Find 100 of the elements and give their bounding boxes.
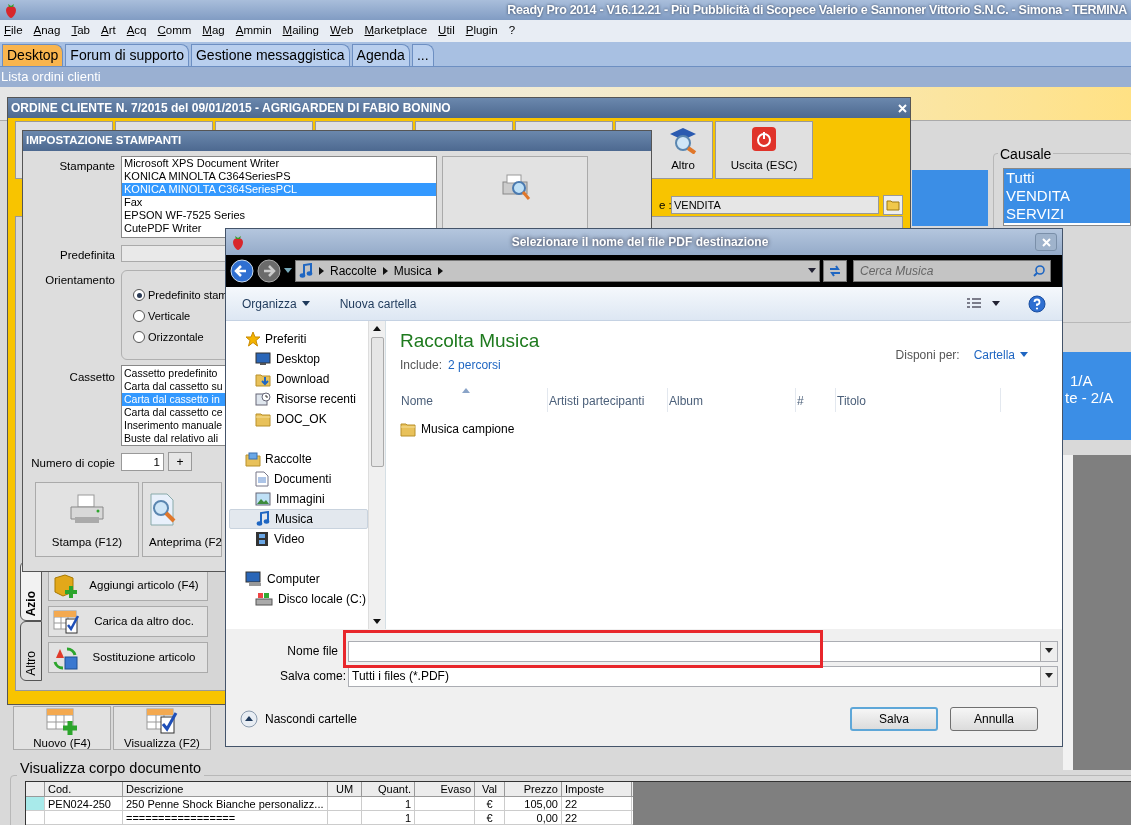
caret-icon xyxy=(1045,648,1053,654)
column-header[interactable]: Quant. xyxy=(362,782,415,796)
strawberry-icon xyxy=(231,234,245,250)
nav-item[interactable]: DOC_OK xyxy=(229,409,368,429)
column-header[interactable]: UM xyxy=(328,782,362,796)
nav-item[interactable]: Preferiti xyxy=(229,329,368,349)
disk-drive-icon xyxy=(255,591,273,608)
table-cell: 22 xyxy=(565,812,578,824)
menu-item[interactable]: ? xyxy=(508,22,516,40)
menu-item[interactable]: Marketplace xyxy=(364,22,428,40)
nav-item[interactable]: Documenti xyxy=(229,469,368,489)
folder-item[interactable]: Musica campione xyxy=(400,417,1048,440)
table-cell: PEN024-250 xyxy=(48,798,111,810)
list-item[interactable]: Microsoft XPS Document Writer xyxy=(122,157,436,170)
close-button[interactable] xyxy=(1035,233,1057,251)
column-header[interactable]: Evaso xyxy=(415,782,475,796)
column-header[interactable]: Val xyxy=(475,782,505,796)
column-header[interactable]: Descrizione xyxy=(123,782,328,796)
scrollbar[interactable] xyxy=(368,321,385,629)
column-header[interactable]: # xyxy=(796,387,836,412)
nav-item[interactable]: Desktop xyxy=(229,349,368,369)
refresh-button[interactable] xyxy=(823,260,847,282)
toolbar-button[interactable]: Organizza xyxy=(242,294,310,313)
toolbar-button[interactable]: Uscita (ESC) xyxy=(715,121,813,179)
menu-item[interactable]: Util xyxy=(438,22,455,40)
menu-item[interactable]: Mailing xyxy=(282,22,319,40)
side-tab[interactable]: Altro xyxy=(20,621,42,681)
column-header[interactable]: Titolo xyxy=(836,387,1001,412)
toolbar-button[interactable]: Nuova cartella xyxy=(339,294,417,313)
menu-item[interactable]: Web xyxy=(330,22,354,40)
menu-item[interactable]: Anag xyxy=(33,22,61,40)
include-link[interactable]: 2 percorsi xyxy=(448,355,501,374)
radio-button[interactable] xyxy=(133,289,145,301)
action-button[interactable]: Aggiungi articolo (F4) xyxy=(48,570,208,601)
menu-item[interactable]: Mag xyxy=(202,22,225,40)
close-icon xyxy=(898,103,907,113)
forward-icon xyxy=(257,259,281,283)
dialog-button[interactable]: Stampa (F12) xyxy=(35,482,139,557)
folder-icon xyxy=(400,420,416,437)
action-button[interactable]: Carica da altro doc. xyxy=(48,606,208,637)
tab[interactable]: Gestione messaggistica xyxy=(190,44,350,66)
toolbar-button[interactable]: Visualizza (F2) xyxy=(113,706,211,750)
radio-option[interactable]: Orizzontale xyxy=(133,330,228,344)
list-item[interactable]: EPSON WF-7525 Series xyxy=(122,209,436,222)
filename-field[interactable] xyxy=(348,640,1058,662)
breadcrumb[interactable]: Raccolte xyxy=(330,262,377,280)
menu-item[interactable]: Ammin xyxy=(235,22,272,40)
hide-folders-button[interactable]: Nascondi cartelle xyxy=(240,710,358,728)
nav-item[interactable]: Immagini xyxy=(229,489,368,509)
list-item[interactable]: KONICA MINOLTA C364SeriesPS xyxy=(122,170,436,183)
view-list-icon xyxy=(966,297,982,310)
libraries-icon xyxy=(245,451,261,467)
menu-item[interactable]: Acq xyxy=(126,22,147,40)
increment-button[interactable]: + xyxy=(168,452,192,471)
radio-button[interactable] xyxy=(133,331,145,343)
field-label: Salva come: xyxy=(278,668,347,685)
column-header[interactable]: Artisti partecipanti xyxy=(548,387,668,412)
menu-item[interactable]: Art xyxy=(100,22,116,40)
copies-field[interactable]: 1 xyxy=(121,453,164,471)
tab[interactable]: Desktop xyxy=(2,44,64,66)
printer-settings-button[interactable] xyxy=(442,156,588,230)
dialog-button[interactable]: Salva xyxy=(850,707,938,731)
radio-button[interactable] xyxy=(133,310,145,322)
menu-item[interactable]: Tab xyxy=(71,22,90,40)
list-item[interactable]: Fax xyxy=(122,196,436,209)
column-header[interactable]: Cod. xyxy=(45,782,123,796)
action-button[interactable]: Sostituzione articolo xyxy=(48,642,208,673)
nav-item[interactable]: Download xyxy=(229,369,368,389)
table-cell: € xyxy=(486,812,493,824)
caret-icon xyxy=(808,268,816,274)
nav-item[interactable]: Risorse recenti xyxy=(229,389,368,409)
refresh-icon xyxy=(828,264,842,278)
radio-option[interactable]: Verticale xyxy=(133,309,228,323)
folder-button[interactable] xyxy=(883,195,903,215)
tab[interactable]: Forum di supporto xyxy=(65,44,189,66)
table-cell: 1 xyxy=(404,798,411,810)
chevron-right-icon xyxy=(319,267,324,275)
printer-icon xyxy=(69,493,105,525)
toolbar-button[interactable]: Nuovo (F4) xyxy=(13,706,111,750)
nav-item[interactable]: Musica xyxy=(229,509,368,530)
nav-item[interactable]: Computer xyxy=(229,569,368,590)
dialog-button[interactable]: Anteprima (F2 xyxy=(142,482,222,557)
caret-icon xyxy=(1045,673,1053,679)
column-header[interactable]: Album xyxy=(668,387,796,412)
column-header[interactable]: Imposte xyxy=(562,782,632,796)
breadcrumb[interactable]: Musica xyxy=(393,262,432,280)
dialog-button[interactable]: Annulla xyxy=(950,707,1038,731)
menu-item[interactable]: Comm xyxy=(157,22,192,40)
causale-field[interactable]: VENDITA xyxy=(671,196,879,214)
nav-item[interactable]: Disco locale (C:) xyxy=(229,589,368,610)
search-field[interactable]: Cerca Musica xyxy=(853,260,1051,282)
tab[interactable]: ... xyxy=(411,44,434,66)
menu-item[interactable]: File xyxy=(4,22,23,40)
address-field[interactable]: Raccolte Musica xyxy=(295,260,820,282)
column-header[interactable]: Prezzo xyxy=(505,782,562,796)
nav-item[interactable]: Video xyxy=(229,529,368,550)
arrange-dropdown[interactable]: Cartella xyxy=(973,345,1028,364)
nav-item[interactable]: Raccolte xyxy=(229,449,368,469)
menu-item[interactable]: Plugin xyxy=(465,22,498,40)
tab[interactable]: Agenda xyxy=(351,44,410,66)
